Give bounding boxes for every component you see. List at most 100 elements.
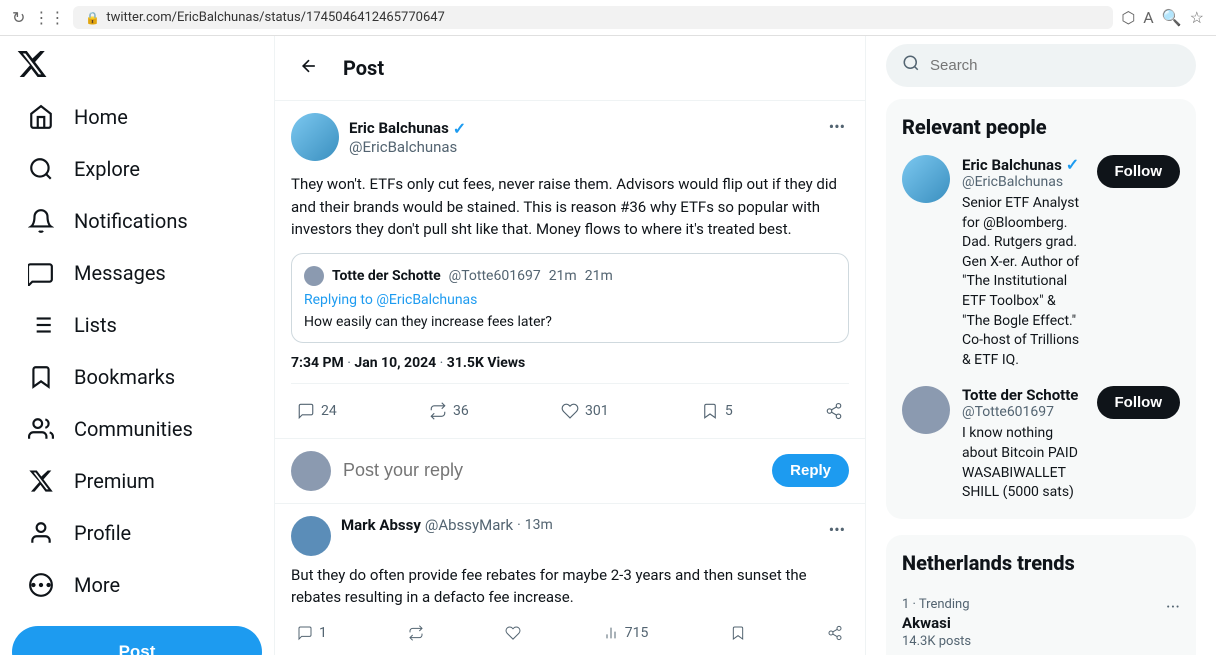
sidebar-item-bookmarks-label: Bookmarks (74, 365, 175, 389)
sidebar-item-messages[interactable]: Messages (12, 248, 262, 298)
reply-share-0[interactable] (821, 619, 849, 647)
browser-toolbar: ⬡ A 🔍 ☆ (1121, 8, 1204, 27)
url-bar: 🔒 twitter.com/EricBalchunas/status/17450… (73, 6, 1113, 29)
person-name-row-0: Eric Balchunas ✓ (962, 155, 1085, 174)
search-box (886, 36, 1196, 99)
sidebar-item-communities[interactable]: Communities (12, 404, 262, 454)
like-action[interactable]: 301 (555, 396, 615, 426)
bookmark-action[interactable]: 5 (695, 396, 739, 426)
reply-time-0: · (517, 517, 521, 533)
reply-name-0: Mark Abssy (341, 516, 421, 534)
quoted-time-value: 21m (585, 268, 613, 284)
browser-chrome: ↻ ⋮⋮ 🔒 twitter.com/EricBalchunas/status/… (0, 0, 1216, 36)
sidebar-item-profile[interactable]: Profile (12, 508, 262, 558)
premium-x-icon (28, 468, 54, 494)
follow-button-0[interactable]: Follow (1097, 155, 1181, 188)
tweet-meta: 7:34 PM · Jan 10, 2024 · 31.5K Views (291, 355, 849, 371)
sidebar-logo[interactable] (12, 36, 262, 88)
reply-time-val-0: 13m (525, 517, 553, 533)
sidebar-item-home[interactable]: Home (12, 92, 262, 142)
tweet-top: Eric Balchunas ✓ @EricBalchunas ••• (291, 113, 849, 161)
back-button[interactable] (291, 48, 327, 88)
reply-author-info-0: Mark Abssy @AbssyMark · 13m (341, 516, 553, 534)
reply-retweet-0[interactable] (402, 619, 430, 647)
trend-more-0[interactable]: ··· (1166, 597, 1180, 618)
reply-views-0[interactable]: 715 (597, 619, 655, 647)
verified-badge: ✓ (453, 119, 466, 138)
tweet-author-info: Eric Balchunas ✓ @EricBalchunas (349, 119, 466, 156)
trend-item-0[interactable]: 1 · Trending Akwasi 14.3K posts ··· (902, 587, 1180, 655)
trends-section: Netherlands trends 1 · Trending Akwasi 1… (886, 535, 1196, 655)
tweet-actions: 24 36 301 (291, 383, 849, 426)
quoted-avatar (304, 266, 324, 286)
person-bio-1: I know nothing about Bitcoin PAID WASABI… (962, 424, 1085, 502)
person-avatar-1 (902, 386, 950, 434)
share-action[interactable] (819, 396, 849, 426)
main-tweet: Eric Balchunas ✓ @EricBalchunas ••• They… (275, 101, 865, 439)
zoom-icon[interactable]: 🔍 (1162, 8, 1182, 27)
reply-action[interactable]: 24 (291, 396, 343, 426)
more-icon (28, 572, 54, 598)
search-input[interactable] (930, 57, 1180, 74)
sidebar-item-notifications[interactable]: Notifications (12, 196, 262, 246)
person-handle-1: @Totte601697 (962, 404, 1085, 420)
sidebar-item-premium-label: Premium (74, 469, 155, 493)
reply-button[interactable]: Reply (772, 454, 849, 487)
nav-dots[interactable]: ⋮⋮ (33, 8, 65, 27)
sidebar-nav: Home Explore Notifications (12, 92, 262, 610)
trend-meta-0: 1 · Trending (902, 597, 971, 612)
sidebar-item-lists[interactable]: Lists (12, 300, 262, 350)
quoted-name: Totte der Schotte (332, 268, 441, 284)
reply-actions-0: 1 715 (291, 619, 849, 647)
person-handle-0: @EricBalchunas (962, 174, 1085, 190)
sidebar-item-messages-label: Messages (74, 261, 166, 285)
tweet-author-name: Eric Balchunas ✓ (349, 119, 466, 138)
messages-icon (28, 260, 54, 286)
reply-bookmark-0[interactable] (724, 619, 752, 647)
retweet-action[interactable]: 36 (423, 396, 475, 426)
follow-button-1[interactable]: Follow (1097, 386, 1181, 419)
extension-icon[interactable]: ⬡ (1121, 8, 1135, 27)
sidebar-item-explore[interactable]: Explore (12, 144, 262, 194)
sidebar-item-more[interactable]: More (12, 560, 262, 610)
tweet-author-handle: @EricBalchunas (349, 138, 466, 156)
quoted-tweet[interactable]: Totte der Schotte @Totte601697 21m 21m R… (291, 253, 849, 343)
explore-icon (28, 156, 54, 182)
sidebar-item-home-label: Home (74, 105, 128, 129)
reply-author-0: Mark Abssy @AbssyMark · 13m (291, 516, 553, 556)
reply-reply-0[interactable]: 1 (291, 619, 333, 647)
reply-like-0[interactable] (499, 619, 527, 647)
relevant-people-title: Relevant people (902, 115, 1180, 139)
sidebar-item-bookmarks[interactable]: Bookmarks (12, 352, 262, 402)
post-button[interactable]: Post (12, 626, 262, 655)
reply-avatar-0 (291, 516, 331, 556)
translate-icon[interactable]: A (1143, 8, 1153, 27)
sidebar: Home Explore Notifications (0, 36, 275, 655)
bookmark-star-icon[interactable]: ☆ (1190, 8, 1204, 27)
tweet-text: They won't. ETFs only cut fees, never ra… (291, 173, 849, 241)
main-content: Post Eric Balchunas ✓ @EricBalchunas ••• (275, 36, 866, 655)
refresh-icon[interactable]: ↻ (12, 8, 25, 27)
tweet-more-button[interactable]: ••• (825, 113, 849, 140)
reply-input[interactable] (343, 460, 760, 481)
reply-tweet-top-0: Mark Abssy @AbssyMark · 13m ••• (291, 516, 849, 556)
trend-count-0: 14.3K posts (902, 634, 971, 649)
trends-title: Netherlands trends (902, 551, 1180, 575)
bell-icon (28, 208, 54, 234)
reply-handle-0: @AbssyMark (425, 516, 513, 534)
right-sidebar: Relevant people Eric Balchunas ✓ @EricBa… (866, 36, 1216, 655)
trend-name-0: Akwasi (902, 614, 971, 632)
search-icon (902, 54, 920, 77)
person-bio-0: Senior ETF Analyst for @Bloomberg. Dad. … (962, 194, 1085, 370)
profile-icon (28, 520, 54, 546)
lock-icon: 🔒 (85, 11, 100, 25)
reply-more-0[interactable]: ••• (825, 516, 849, 543)
sidebar-item-premium[interactable]: Premium (12, 456, 262, 506)
communities-icon (28, 416, 54, 442)
tweet-author-avatar (291, 113, 339, 161)
sidebar-item-notifications-label: Notifications (74, 209, 188, 233)
relevant-person-1: Totte der Schotte @Totte601697 I know no… (902, 386, 1180, 502)
relevant-people-section: Relevant people Eric Balchunas ✓ @EricBa… (886, 99, 1196, 519)
search-wrap[interactable] (886, 44, 1196, 87)
reply-text-0: But they do often provide fee rebates fo… (291, 564, 849, 609)
